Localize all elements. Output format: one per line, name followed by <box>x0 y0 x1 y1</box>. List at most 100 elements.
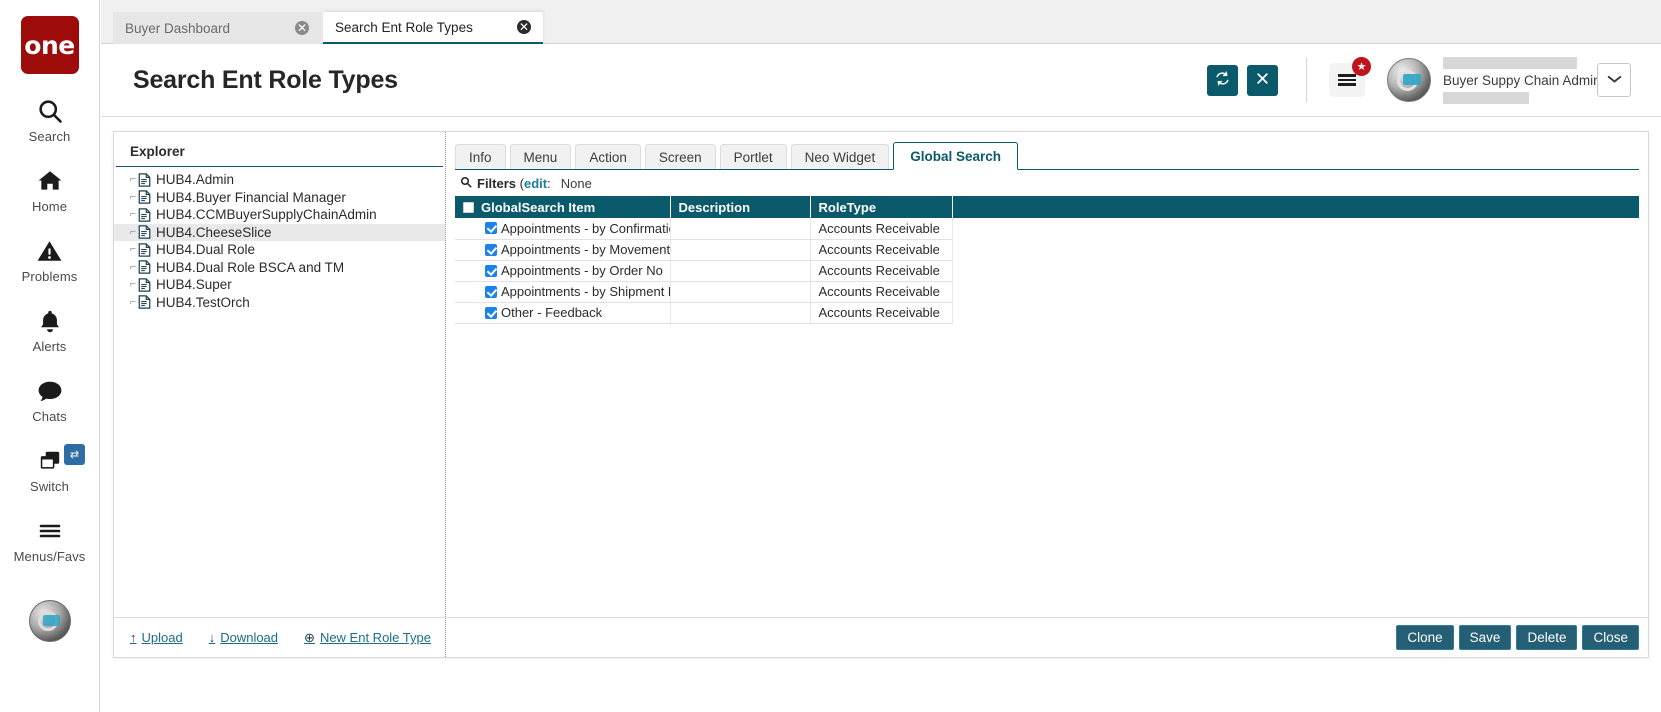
tree-item-hub4-dual-role-bsca-and-tm[interactable]: ⌐ HUB4.Dual Role BSCA and TM <box>114 259 445 277</box>
column-header-roletype[interactable]: RoleType <box>810 196 952 218</box>
button-label: Delete <box>1527 630 1566 645</box>
close-page-button[interactable] <box>1247 65 1278 96</box>
tab-action[interactable]: Action <box>575 144 641 169</box>
app-logo-text: one <box>24 31 74 60</box>
tree-item-hub4-admin[interactable]: ⌐ HUB4.Admin <box>114 171 445 189</box>
tree-item-label: HUB4.TestOrch <box>156 295 250 310</box>
refresh-button[interactable] <box>1207 65 1238 96</box>
rail-avatar[interactable] <box>29 600 71 642</box>
tab-label: Portlet <box>734 150 773 165</box>
tree-item-hub4-super[interactable]: ⌐ HUB4.Super <box>114 276 445 294</box>
cell-filler <box>952 302 1639 323</box>
clone-button[interactable]: Clone <box>1396 625 1453 650</box>
select-all-checkbox[interactable] <box>463 202 474 213</box>
cell-description[interactable] <box>670 281 810 302</box>
cell-description[interactable] <box>670 239 810 260</box>
rail-item-switch[interactable]: ⇄ Switch <box>0 446 99 494</box>
tab-neo-widget[interactable]: Neo Widget <box>791 144 890 169</box>
cell-description[interactable] <box>670 260 810 281</box>
close-circle-icon[interactable]: ✕ <box>517 20 531 34</box>
download-link[interactable]: ↓ Download <box>209 630 278 645</box>
document-icon <box>138 243 151 257</box>
rail-label-menus-favs: Menus/Favs <box>14 549 86 564</box>
search-icon <box>460 176 472 191</box>
tab-info[interactable]: Info <box>455 144 506 169</box>
tab-portlet[interactable]: Portlet <box>720 144 787 169</box>
cell-description[interactable] <box>670 218 810 239</box>
tree-item-hub4-testorch[interactable]: ⌐ HUB4.TestOrch <box>114 294 445 312</box>
hamburger-icon-bar3 <box>1338 83 1356 86</box>
tree-connector-icon: ⌐ <box>128 279 138 290</box>
column-header-globalsearch-item[interactable]: GlobalSearch Item <box>455 196 670 218</box>
table-row[interactable]: Appointments - by Order No Accounts Rece… <box>455 260 1639 281</box>
upload-link[interactable]: ↑ Upload <box>130 630 183 645</box>
column-header-description[interactable]: Description <box>670 196 810 218</box>
table-row[interactable]: Appointments - by Confirmation ... Accou… <box>455 218 1639 239</box>
tree-item-hub4-cheeseslice[interactable]: ⌐ HUB4.CheeseSlice <box>114 224 445 242</box>
cell-filler <box>952 239 1639 260</box>
bell-icon <box>37 306 63 336</box>
cell-globalsearch-item[interactable]: Appointments - by Confirmation ... <box>455 218 670 239</box>
cell-roletype[interactable]: Accounts Receivable <box>810 218 952 239</box>
cell-globalsearch-item[interactable]: Appointments - by Shipment No <box>455 281 670 302</box>
rail-item-home[interactable]: Home <box>0 166 99 214</box>
row-checkbox[interactable] <box>485 244 497 256</box>
cell-roletype[interactable]: Accounts Receivable <box>810 302 952 323</box>
tree-item-label: HUB4.Buyer Financial Manager <box>156 190 346 205</box>
table-row[interactable]: Other - Feedback Accounts Receivable <box>455 302 1639 323</box>
filters-value: None <box>561 176 592 191</box>
filters-bar: Filters (edit: None <box>455 170 1639 196</box>
row-checkbox[interactable] <box>485 286 497 298</box>
cell-description[interactable] <box>670 302 810 323</box>
row-item-label: Appointments - by Order No <box>501 263 663 278</box>
close-button[interactable]: Close <box>1582 625 1639 650</box>
row-checkbox[interactable] <box>485 265 497 277</box>
save-button[interactable]: Save <box>1459 625 1512 650</box>
row-checkbox[interactable] <box>485 222 497 234</box>
rail-label-search: Search <box>29 129 71 144</box>
global-search-grid: GlobalSearch Item Description RoleType A… <box>455 196 1639 324</box>
row-item-label: Appointments - by Shipment No <box>501 284 670 299</box>
table-row[interactable]: Appointments - by Shipment No Accounts R… <box>455 281 1639 302</box>
rail-item-search[interactable]: Search <box>0 96 99 144</box>
cell-roletype[interactable]: Accounts Receivable <box>810 281 952 302</box>
tab-menu[interactable]: Menu <box>510 144 572 169</box>
rail-item-chats[interactable]: Chats <box>0 376 99 424</box>
document-icon <box>138 190 151 204</box>
rail-label-problems: Problems <box>22 269 78 284</box>
filters-edit-link[interactable]: edit <box>524 176 547 191</box>
rail-item-alerts[interactable]: Alerts <box>0 306 99 354</box>
cell-roletype[interactable]: Accounts Receivable <box>810 239 952 260</box>
table-row[interactable]: Appointments - by Movement No Accounts R… <box>455 239 1639 260</box>
user-menu-button[interactable] <box>1597 63 1631 97</box>
tab-screen[interactable]: Screen <box>645 144 716 169</box>
swap-arrows-icon[interactable]: ⇄ <box>64 444 85 465</box>
close-circle-icon[interactable]: ✕ <box>295 21 309 35</box>
document-icon <box>138 225 151 239</box>
tree-item-hub4-buyer-financial-manager[interactable]: ⌐ HUB4.Buyer Financial Manager <box>114 189 445 207</box>
document-icon <box>138 278 151 292</box>
cell-globalsearch-item[interactable]: Appointments - by Order No <box>455 260 670 281</box>
tree-item-hub4-ccmbuyersupplychainadmin[interactable]: ⌐ HUB4.CCMBuyerSupplyChainAdmin <box>114 206 445 224</box>
cell-filler <box>952 281 1639 302</box>
new-ent-role-type-link[interactable]: ⊕ New Ent Role Type <box>304 630 431 646</box>
app-logo[interactable]: one <box>21 16 79 74</box>
tab-global-search[interactable]: Global Search <box>893 142 1018 170</box>
row-checkbox[interactable] <box>485 307 497 319</box>
avatar[interactable] <box>1387 58 1431 102</box>
cell-roletype[interactable]: Accounts Receivable <box>810 260 952 281</box>
button-label: Clone <box>1407 630 1442 645</box>
tree-connector-icon: ⌐ <box>128 209 138 220</box>
delete-button[interactable]: Delete <box>1516 625 1577 650</box>
cell-filler <box>952 218 1639 239</box>
rail-item-menus-favs[interactable]: Menus/Favs <box>0 516 99 564</box>
tree-item-hub4-dual-role[interactable]: ⌐ HUB4.Dual Role <box>114 241 445 259</box>
cell-globalsearch-item[interactable]: Other - Feedback <box>455 302 670 323</box>
browser-tab-buyer-dashboard[interactable]: Buyer Dashboard ✕ <box>113 12 321 44</box>
rail-item-problems[interactable]: Problems <box>0 236 99 284</box>
tree-connector-icon: ⌐ <box>128 227 138 238</box>
column-label: RoleType <box>819 200 877 215</box>
browser-tab-search-ent-role-types[interactable]: Search Ent Role Types ✕ <box>323 12 543 44</box>
cell-globalsearch-item[interactable]: Appointments - by Movement No <box>455 239 670 260</box>
header-menu-button[interactable]: ★ <box>1329 63 1365 97</box>
